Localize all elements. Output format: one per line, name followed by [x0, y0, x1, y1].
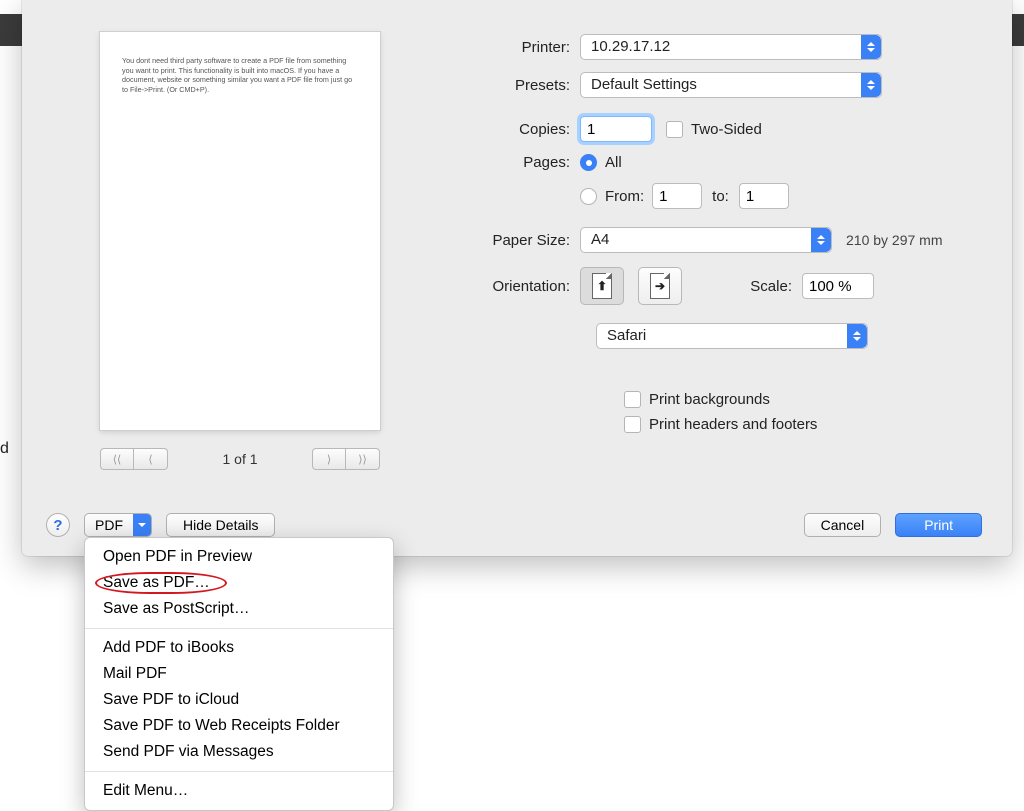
print-dialog: You dont need third party software to cr…	[22, 0, 1012, 556]
menu-separator	[85, 628, 393, 629]
pdf-menu-save-to-icloud[interactable]: Save PDF to iCloud	[85, 687, 393, 713]
scale-input[interactable]	[802, 273, 874, 299]
menu-separator	[85, 771, 393, 772]
background-text-fragment: d	[0, 440, 9, 458]
preview-pager: ⟨⟨ ⟨ 1 of 1 ⟩ ⟩⟩	[100, 448, 380, 470]
pdf-menu-add-to-ibooks[interactable]: Add PDF to iBooks	[85, 635, 393, 661]
pages-all-label: All	[605, 154, 622, 171]
preview-body-text: You dont need third party software to cr…	[122, 56, 358, 95]
two-sided-checkbox[interactable]	[666, 121, 683, 138]
paper-size-select[interactable]: A4	[580, 227, 832, 253]
orientation-label: Orientation:	[460, 278, 580, 295]
pdf-menu-web-receipts[interactable]: Save PDF to Web Receipts Folder	[85, 713, 393, 739]
pages-label: Pages:	[460, 154, 580, 171]
two-sided-label: Two-Sided	[691, 121, 762, 138]
scale-label: Scale:	[722, 278, 792, 295]
settings-panel: Printer: 10.29.17.12 Presets: Default Se…	[460, 34, 972, 441]
pdf-dropdown-button[interactable]: PDF	[84, 513, 152, 537]
pages-from-input[interactable]	[652, 183, 702, 209]
printer-value: 10.29.17.12	[591, 38, 670, 55]
select-arrows-icon	[847, 324, 867, 348]
pager-prev-button[interactable]: ⟨	[134, 448, 168, 470]
help-button[interactable]: ?	[46, 513, 70, 537]
landscape-icon: ➔	[650, 273, 670, 299]
pdf-menu-send-messages[interactable]: Send PDF via Messages	[85, 739, 393, 765]
hide-details-button[interactable]: Hide Details	[166, 513, 275, 537]
select-arrows-icon	[811, 228, 831, 252]
printer-select[interactable]: 10.29.17.12	[580, 34, 882, 60]
copies-input[interactable]	[580, 116, 652, 142]
app-settings-value: Safari	[607, 327, 646, 344]
copies-label: Copies:	[460, 121, 580, 138]
select-arrows-icon	[861, 35, 881, 59]
pdf-menu-save-as-pdf-label: Save as PDF…	[103, 574, 210, 591]
pager-last-button[interactable]: ⟩⟩	[346, 448, 380, 470]
print-headers-checkbox[interactable]	[624, 416, 641, 433]
chevron-down-icon	[133, 514, 151, 536]
pdf-menu-edit-menu[interactable]: Edit Menu…	[85, 778, 393, 804]
page-indicator: 1 of 1	[176, 451, 304, 467]
pdf-dropdown-label: PDF	[85, 517, 133, 533]
pager-next-button[interactable]: ⟩	[312, 448, 346, 470]
print-backgrounds-checkbox[interactable]	[624, 391, 641, 408]
paper-dimensions: 210 by 297 mm	[846, 232, 943, 248]
pages-all-radio[interactable]	[580, 154, 597, 171]
pages-to-input[interactable]	[739, 183, 789, 209]
dialog-footer: ? PDF Hide Details Cancel Print	[22, 510, 1012, 540]
print-backgrounds-label: Print backgrounds	[649, 391, 770, 408]
pdf-dropdown-menu: Open PDF in Preview Save as PDF… Save as…	[84, 537, 394, 811]
app-settings-select[interactable]: Safari	[596, 323, 868, 349]
presets-value: Default Settings	[591, 76, 697, 93]
pager-first-button[interactable]: ⟨⟨	[100, 448, 134, 470]
pdf-menu-save-as-postscript[interactable]: Save as PostScript…	[85, 596, 393, 622]
pages-from-label: From:	[605, 188, 644, 205]
paper-size-value: A4	[591, 231, 609, 248]
pdf-menu-save-as-pdf[interactable]: Save as PDF…	[85, 570, 393, 596]
orientation-portrait-button[interactable]: ⬆	[580, 267, 624, 305]
pdf-menu-open-preview[interactable]: Open PDF in Preview	[85, 544, 393, 570]
preview-pane: You dont need third party software to cr…	[100, 32, 380, 470]
cancel-button[interactable]: Cancel	[804, 513, 882, 537]
pdf-menu-mail-pdf[interactable]: Mail PDF	[85, 661, 393, 687]
print-headers-label: Print headers and footers	[649, 416, 817, 433]
presets-label: Presets:	[460, 77, 580, 94]
orientation-landscape-button[interactable]: ➔	[638, 267, 682, 305]
printer-label: Printer:	[460, 39, 580, 56]
pages-to-label: to:	[712, 188, 729, 205]
pages-from-radio[interactable]	[580, 188, 597, 205]
presets-select[interactable]: Default Settings	[580, 72, 882, 98]
select-arrows-icon	[861, 73, 881, 97]
preview-page: You dont need third party software to cr…	[100, 32, 380, 430]
portrait-icon: ⬆	[592, 273, 612, 299]
paper-size-label: Paper Size:	[460, 232, 580, 249]
print-button[interactable]: Print	[895, 513, 982, 537]
